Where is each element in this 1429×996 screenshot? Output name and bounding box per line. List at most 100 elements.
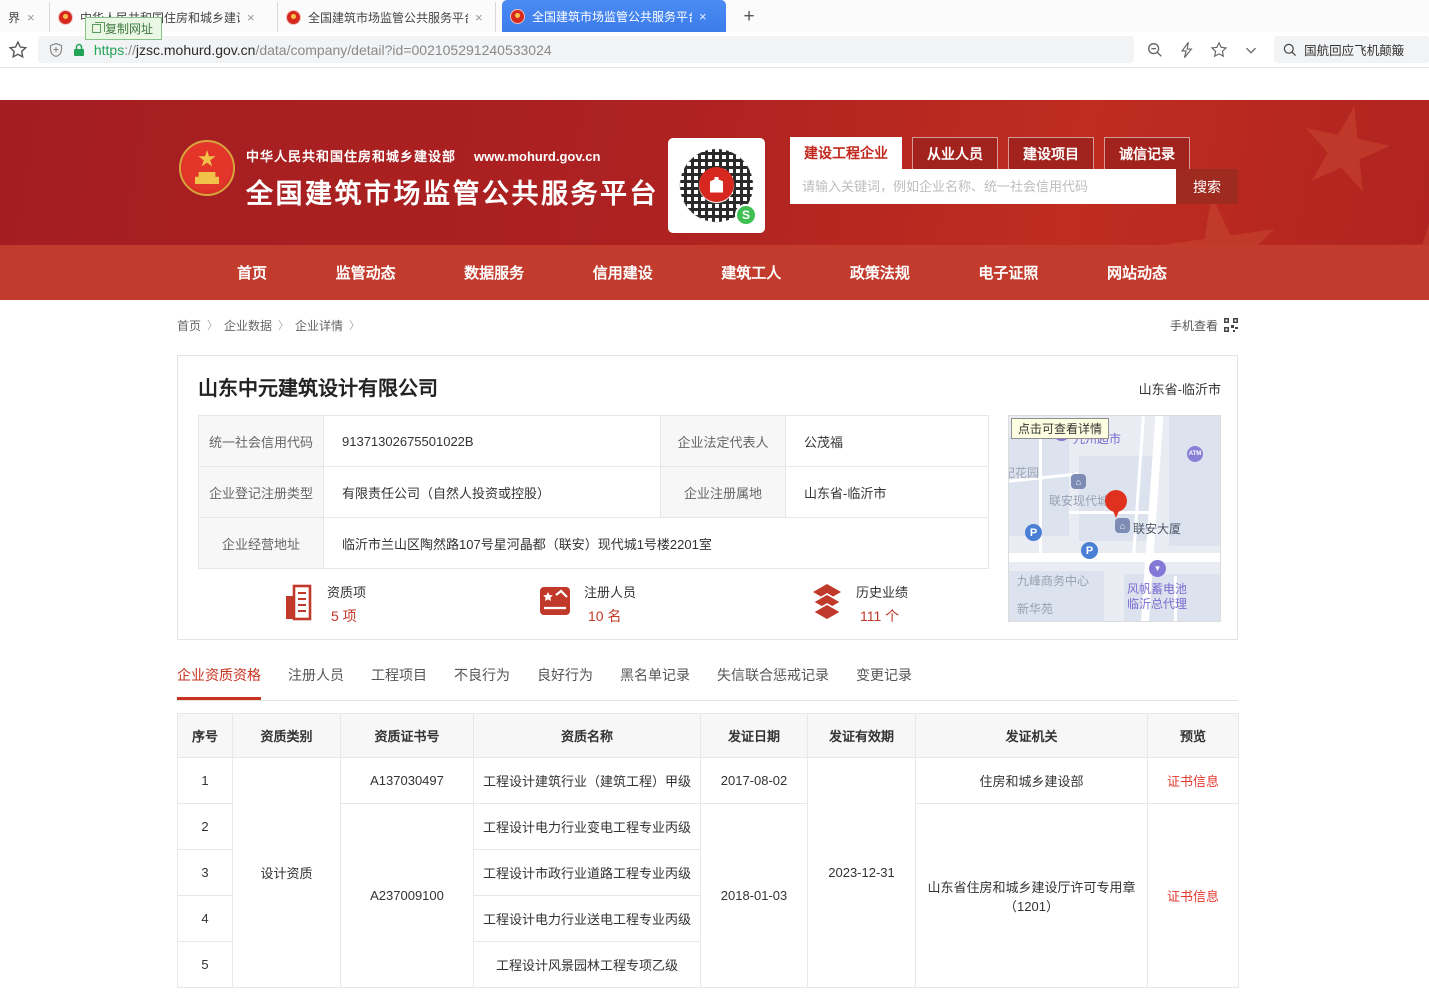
stat-label: 注册人员 (584, 582, 636, 601)
stat-value: 5 项 (327, 606, 366, 626)
certificate-info-link[interactable]: 证书信息 (1167, 774, 1219, 789)
main-navigation: 首页 监管动态 数据服务 信用建设 建筑工人 政策法规 电子证照 网站动态 (0, 245, 1429, 300)
search-tab-project[interactable]: 建设项目 (1008, 137, 1094, 169)
content: 首页〉 企业数据〉 企业详情〉 手机查看 山东中元建筑设计有限公司 山东省-临沂… (177, 314, 1238, 988)
copy-url-tooltip: 复制网址 (85, 17, 162, 40)
atm-icon: ATM (1187, 446, 1203, 462)
map-tooltip: 点击可查看详情 (1011, 418, 1109, 439)
breadcrumb-company-data[interactable]: 企业数据 (224, 317, 272, 334)
tab-projects[interactable]: 工程项目 (371, 665, 427, 700)
address-value: 临沂市兰山区陶然路107号星河晶都（联安）现代城1号楼2201室 (324, 518, 989, 569)
url-text: https://jzsc.mohurd.gov.cn/data/company/… (94, 42, 552, 58)
map-label-biz-center: 九峰商务中心 (1017, 572, 1089, 589)
map-label-xinhua: 新华苑 (1017, 600, 1053, 617)
ministry-name: 中华人民共和国住房和城乡建设部 (246, 149, 456, 164)
close-icon[interactable]: × (247, 11, 255, 24)
lightning-icon[interactable] (1178, 41, 1196, 59)
tab-change-records[interactable]: 变更记录 (856, 665, 912, 700)
favicon-icon (58, 10, 73, 25)
search-icon (1282, 42, 1298, 58)
ministry-url: www.mohurd.gov.cn (474, 149, 600, 164)
stat-label: 资质项 (327, 582, 366, 601)
company-region: 山东省-临沂市 (1139, 379, 1221, 398)
cell-seq: 5 (178, 942, 233, 988)
nav-item-workers[interactable]: 建筑工人 (721, 262, 781, 283)
close-icon[interactable]: × (27, 11, 35, 24)
close-icon[interactable]: × (699, 10, 707, 23)
search-tab-enterprise[interactable]: 建设工程企业 (790, 137, 902, 169)
tab-good-behavior[interactable]: 良好行为 (537, 665, 593, 700)
cell-seq: 2 (178, 804, 233, 850)
company-card: 山东中元建筑设计有限公司 山东省-临沂市 统一社会信用代码 9137130267… (177, 355, 1238, 640)
cell-qual-name: 工程设计风景园林工程专项乙级 (474, 942, 701, 988)
site-titles: 中华人民共和国住房和城乡建设部www.mohurd.gov.cn 全国建筑市场监… (246, 146, 659, 211)
search-button[interactable]: 搜索 (1176, 169, 1238, 204)
browser-toolbar: https://jzsc.mohurd.gov.cn/data/company/… (0, 32, 1429, 68)
tab-blacklist[interactable]: 黑名单记录 (620, 665, 690, 700)
tab-registered-personnel[interactable]: 注册人员 (288, 665, 344, 700)
copy-icon (92, 24, 101, 33)
chevron-down-icon[interactable] (1242, 41, 1260, 59)
tab-bad-behavior[interactable]: 不良行为 (454, 665, 510, 700)
col-cert-no: 资质证书号 (341, 714, 474, 758)
nav-item-site-news[interactable]: 网站动态 (1107, 262, 1167, 283)
location-map[interactable]: 点击可查看详情 ▾ 九州超市 ATM 纪花园 ⌂ 联安现代城 ⌂ 联安大厦 P … (1008, 415, 1221, 622)
map-label-modern-city: 联安现代城 (1049, 492, 1109, 509)
certificate-icon (536, 582, 574, 620)
cell-issue-date: 2017-08-02 (701, 758, 808, 804)
nav-item-supervision[interactable]: 监管动态 (336, 262, 396, 283)
address-bar[interactable]: https://jzsc.mohurd.gov.cn/data/company/… (38, 36, 1134, 63)
cell-preview: 证书信息 (1148, 758, 1239, 804)
layers-icon (808, 582, 846, 620)
cell-qual-name: 工程设计市政行业道路工程专业丙级 (474, 850, 701, 896)
search-tab-personnel[interactable]: 从业人员 (912, 137, 998, 169)
company-info-table: 统一社会信用代码 91371302675501022B 企业法定代表人 公茂福 … (198, 415, 989, 569)
company-name: 山东中元建筑设计有限公司 (198, 372, 438, 401)
nav-item-data-service[interactable]: 数据服务 (464, 262, 524, 283)
tab-title: 全国建筑市场监管公共服务平台 (308, 9, 468, 26)
search-tab-credit[interactable]: 诚信记录 (1104, 137, 1190, 169)
cell-seq: 1 (178, 758, 233, 804)
star-decoration (1292, 100, 1399, 203)
qr-code-icon (1224, 318, 1238, 332)
nav-item-policy[interactable]: 政策法规 (850, 262, 910, 283)
close-icon[interactable]: × (475, 11, 483, 24)
shield-icon[interactable] (48, 42, 64, 58)
browser-tab-2[interactable]: 全国建筑市场监管公共服务平台 × (278, 2, 496, 32)
field-label: 企业注册属地 (661, 467, 786, 518)
tab-dishonesty[interactable]: 失信联合惩戒记录 (717, 665, 829, 700)
breadcrumb-company-detail[interactable]: 企业详情 (295, 317, 343, 334)
url-path: /data/company/detail?id=0021052912405330… (255, 42, 551, 58)
browser-tab-active[interactable]: 全国建筑市场监管公共服务平台 × (502, 0, 726, 32)
keyword-search-input[interactable] (790, 169, 1176, 204)
legal-rep-value: 公茂福 (786, 416, 989, 467)
zoom-out-icon[interactable] (1146, 41, 1164, 59)
nav-item-credit[interactable]: 信用建设 (593, 262, 653, 283)
breadcrumb-home[interactable]: 首页 (177, 317, 201, 334)
col-seq: 序号 (178, 714, 233, 758)
nav-item-home[interactable]: 首页 (237, 262, 267, 283)
mobile-view-button[interactable]: 手机查看 (1170, 317, 1238, 334)
tab-qualifications[interactable]: 企业资质资格 (177, 665, 261, 700)
bookmark-star-icon[interactable] (8, 40, 28, 60)
map-label-garden: 纪花园 (1008, 464, 1039, 481)
table-row: 1 设计资质 A137030497 工程设计建筑行业（建筑工程）甲级 2017-… (178, 758, 1239, 804)
cell-issue-date: 2018-01-03 (701, 804, 808, 988)
header-search: 建设工程企业 从业人员 建设项目 诚信记录 搜索 (790, 137, 1238, 204)
certificate-info-link[interactable]: 证书信息 (1167, 889, 1219, 904)
star-icon[interactable] (1210, 41, 1228, 59)
nav-item-certificates[interactable]: 电子证照 (978, 262, 1038, 283)
new-tab-button[interactable]: + (736, 4, 762, 30)
quick-search-box[interactable]: 国航回应飞机颠簸 (1274, 36, 1429, 63)
breadcrumb: 首页〉 企业数据〉 企业详情〉 (177, 317, 360, 334)
favicon-icon (510, 9, 525, 24)
cell-category: 设计资质 (233, 758, 341, 988)
stat-history-performance: 历史业绩111 个 (808, 582, 908, 626)
stat-value: 10 名 (584, 606, 636, 626)
field-label: 企业法定代表人 (661, 416, 786, 467)
national-emblem-icon (179, 140, 235, 202)
battery-marker-icon: ▾ (1149, 560, 1166, 577)
browser-tab-0[interactable]: 界 × (0, 2, 50, 32)
col-qual-name: 资质名称 (474, 714, 701, 758)
search-category-tabs: 建设工程企业 从业人员 建设项目 诚信记录 (790, 137, 1238, 169)
